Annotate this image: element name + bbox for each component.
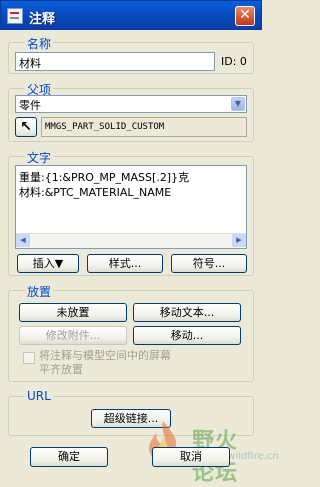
id-text: ID: 0 — [221, 55, 247, 68]
url-group-label: URL — [25, 389, 53, 403]
scroll-right-icon[interactable]: ▶ — [232, 234, 246, 247]
insert-button[interactable]: 插入▼ — [17, 254, 79, 273]
horizontal-scrollbar[interactable]: ◀ ▶ — [16, 233, 246, 248]
text-group: 文字 重量:{1:&PRO_MP_MASS[.2]}克 材料:&PTC_MATE… — [8, 149, 254, 276]
symbol-button[interactable]: 符号... — [171, 254, 247, 273]
note-text-area[interactable]: 重量:{1:&PRO_MP_MASS[.2]}克 材料:&PTC_MATERIA… — [15, 165, 247, 249]
modify-attachment-button[interactable]: 修改附件... — [19, 326, 127, 345]
note-app-icon — [7, 8, 23, 24]
parent-group: 父项 零件 ▼ ↖ MMGS_PART_SOLID_CUSTOM — [8, 81, 254, 142]
name-input[interactable]: 材料 — [15, 52, 215, 71]
parent-dropdown[interactable]: 零件 ▼ — [15, 95, 247, 113]
cursor-arrow-icon: ↖ — [20, 119, 32, 135]
note-text-line-2: 材料:&PTC_MATERIAL_NAME — [19, 186, 172, 199]
placement-group: 放置 未放置 移动文本... 修改附件... 移动... 将注释与模型空间中的屏… — [8, 283, 254, 382]
window-title: 注释 — [29, 12, 56, 27]
text-group-label: 文字 — [25, 149, 54, 166]
chevron-down-icon[interactable]: ▼ — [231, 97, 245, 111]
ok-button[interactable]: 确定 — [30, 447, 108, 467]
cancel-button[interactable]: 取消 — [152, 447, 230, 467]
close-button[interactable]: ✕ — [235, 6, 255, 26]
select-parent-button[interactable]: ↖ — [15, 117, 37, 137]
placement-group-label: 放置 — [25, 283, 54, 300]
name-group-label: 名称 — [25, 35, 54, 52]
note-text-line-1: 重量:{1:&PRO_MP_MASS[.2]}克 — [19, 171, 190, 184]
align-to-screen-label-1: 将注释与模型空间中的屏幕 — [39, 349, 171, 362]
name-group: 名称 材料 ID: 0 — [8, 35, 254, 74]
parent-model-name: MMGS_PART_SOLID_CUSTOM — [41, 117, 247, 137]
move-text-button[interactable]: 移动文本... — [133, 303, 241, 322]
title-bar: 注释 ✕ — [0, 0, 262, 30]
unplaced-button[interactable]: 未放置 — [19, 303, 127, 322]
scroll-left-icon[interactable]: ◀ — [16, 234, 30, 247]
style-button[interactable]: 样式... — [87, 254, 163, 273]
parent-dropdown-value: 零件 — [19, 99, 41, 112]
align-to-screen-label-2: 平齐放置 — [39, 363, 83, 376]
align-to-screen-checkbox[interactable] — [23, 352, 35, 364]
move-button[interactable]: 移动... — [133, 326, 241, 345]
